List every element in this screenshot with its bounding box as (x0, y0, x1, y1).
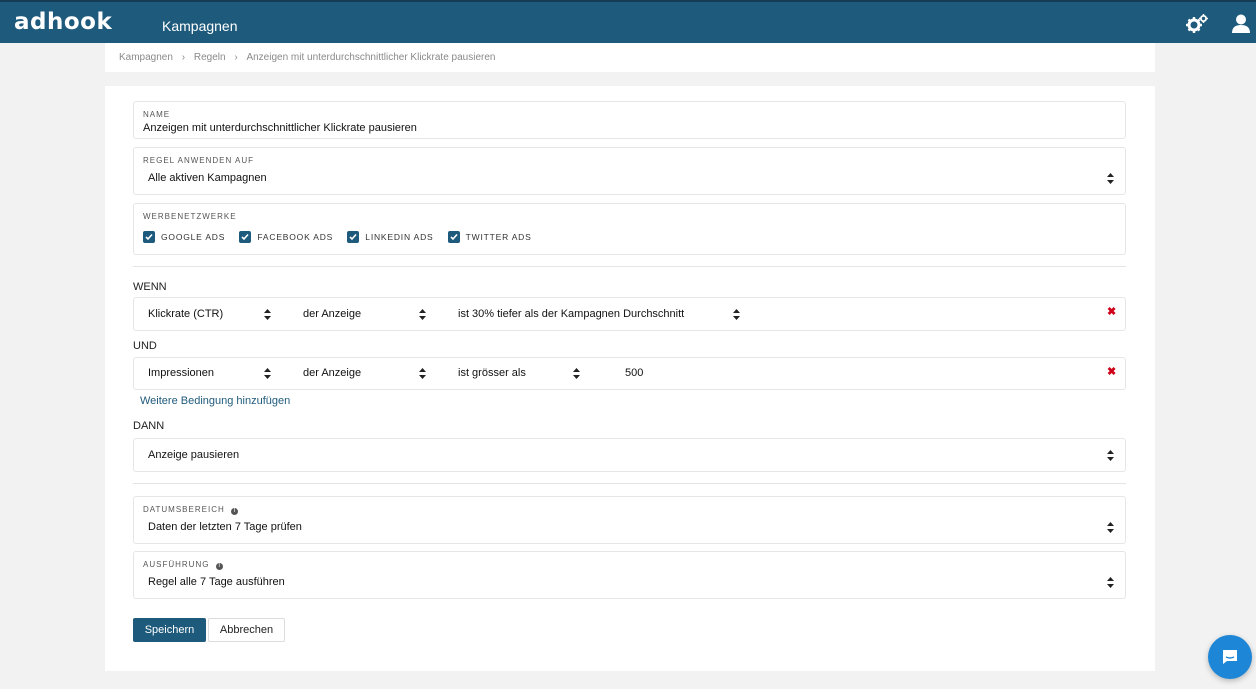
rule-form-card: NAME Anzeigen mit unterdurchschnittliche… (105, 86, 1155, 671)
chat-widget-button[interactable] (1208, 635, 1252, 679)
checkbox-linkedin-ads[interactable]: LINKEDIN ADS (347, 231, 433, 243)
remove-condition-icon[interactable]: ✖ (1107, 365, 1116, 378)
add-condition-link[interactable]: Weitere Bedingung hinzufügen (140, 395, 290, 407)
breadcrumb-item-kampagnen[interactable]: Kampagnen (119, 52, 173, 63)
condition-1-metric-select[interactable]: Klickrate (CTR) (148, 308, 223, 320)
date-range-value[interactable]: Daten der letzten 7 Tage prüfen (148, 521, 302, 533)
info-icon[interactable]: i (215, 563, 223, 570)
select-arrows-icon (733, 309, 740, 320)
condition-2-operator-select[interactable]: ist grösser als (458, 367, 526, 379)
apply-to-label: REGEL ANWENDEN AUF (143, 156, 255, 165)
execution-value[interactable]: Regel alle 7 Tage ausführen (148, 576, 285, 588)
condition-1-operator-select[interactable]: ist 30% tiefer als der Kampagnen Durchsc… (458, 308, 684, 320)
page-title: Kampagnen (162, 18, 238, 34)
cancel-button[interactable]: Abbrechen (208, 618, 285, 642)
checkmark-icon[interactable] (143, 231, 155, 243)
select-arrows-icon (573, 368, 580, 379)
checkbox-label: FACEBOOK ADS (257, 232, 334, 242)
checkbox-label: GOOGLE ADS (161, 232, 226, 242)
date-range-label: DATUMSBEREICH i (143, 505, 238, 515)
checkbox-label: LINKEDIN ADS (365, 232, 434, 242)
select-arrows-icon (419, 309, 426, 320)
when-label: WENN (133, 281, 167, 293)
condition-row-1: Klickrate (CTR) der Anzeige ist 30% tief… (133, 297, 1126, 331)
select-arrows-icon (1107, 522, 1114, 533)
divider (133, 483, 1126, 484)
condition-1-object-select[interactable]: der Anzeige (303, 308, 361, 320)
select-arrows-icon (419, 368, 426, 379)
info-icon[interactable]: i (230, 508, 238, 515)
checkbox-label: TWITTER ADS (465, 232, 532, 242)
breadcrumb-item-current: Anzeigen mit unterdurchschnittlicher Kli… (246, 52, 496, 63)
select-arrows-icon (1107, 173, 1114, 184)
user-profile-icon[interactable] (1232, 14, 1250, 34)
settings-gears-icon[interactable] (1186, 14, 1208, 34)
checkmark-icon[interactable] (447, 231, 460, 243)
checkbox-google-ads[interactable]: GOOGLE ADS (143, 231, 225, 243)
and-label: UND (133, 340, 157, 352)
chevron-right-icon: › (234, 52, 238, 63)
checkmark-icon[interactable] (239, 231, 252, 243)
chat-icon (1223, 650, 1237, 664)
action-value[interactable]: Anzeige pausieren (148, 449, 239, 461)
breadcrumb-item-regeln[interactable]: Regeln (194, 52, 226, 63)
networks-checkbox-group: GOOGLE ADS FACEBOOK ADS LINKEDIN ADS TWI… (143, 231, 543, 243)
checkbox-twitter-ads[interactable]: TWITTER ADS (447, 231, 532, 243)
condition-2-metric-select[interactable]: Impressionen (148, 367, 214, 379)
networks-label: WERBENETZWERKE (143, 212, 237, 221)
execution-label-text: AUSFÜHRUNG (143, 560, 210, 569)
apply-to-value[interactable]: Alle aktiven Kampagnen (148, 172, 267, 184)
checkbox-facebook-ads[interactable]: FACEBOOK ADS (239, 231, 333, 243)
select-arrows-icon (264, 368, 271, 379)
save-button[interactable]: Speichern (133, 618, 206, 642)
condition-2-object-select[interactable]: der Anzeige (303, 367, 361, 379)
apply-to-select[interactable]: REGEL ANWENDEN AUF Alle aktiven Kampagne… (133, 147, 1126, 195)
adhook-logo[interactable]: adhook (14, 9, 112, 35)
execution-label: AUSFÜHRUNG i (143, 560, 223, 570)
networks-field: WERBENETZWERKE GOOGLE ADS FACEBOOK ADS L… (133, 203, 1126, 255)
name-field[interactable]: NAME Anzeigen mit unterdurchschnittliche… (133, 101, 1126, 139)
name-label: NAME (143, 110, 171, 119)
select-arrows-icon (1107, 577, 1114, 588)
select-arrows-icon (1107, 450, 1114, 461)
top-bar: adhook Kampagnen (0, 0, 1256, 43)
divider (133, 266, 1126, 267)
execution-select[interactable]: AUSFÜHRUNG i Regel alle 7 Tage ausführen (133, 551, 1126, 599)
breadcrumb: Kampagnen › Regeln › Anzeigen mit unterd… (105, 43, 1155, 72)
name-input[interactable]: Anzeigen mit unterdurchschnittlicher Kli… (143, 122, 417, 134)
then-label: DANN (133, 420, 165, 432)
select-arrows-icon (264, 309, 271, 320)
action-select[interactable]: Anzeige pausieren (133, 438, 1126, 472)
date-range-label-text: DATUMSBEREICH (143, 505, 225, 514)
condition-row-2: Impressionen der Anzeige ist grösser als… (133, 357, 1126, 390)
remove-condition-icon[interactable]: ✖ (1107, 305, 1116, 318)
condition-2-value-input[interactable]: 500 (625, 367, 643, 379)
date-range-select[interactable]: DATUMSBEREICH i Daten der letzten 7 Tage… (133, 496, 1126, 544)
checkmark-icon[interactable] (347, 231, 360, 243)
chevron-right-icon: › (181, 52, 186, 63)
